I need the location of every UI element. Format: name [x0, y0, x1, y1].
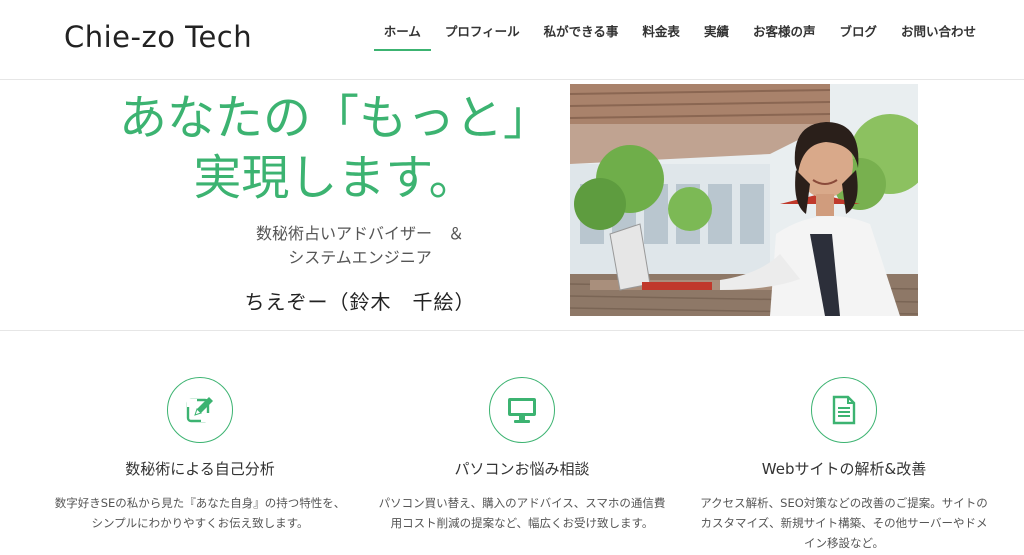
service-description: 数字好きSEの私から見た『あなた自身』の持つ特性を、 シンプルにわかりやすくお伝…: [40, 493, 360, 533]
service-title: Webサイトの解析&改善: [761, 460, 927, 478]
hero-subtitle-line2: システムエンジニア: [288, 248, 432, 267]
service-description-line: イン移設など。: [804, 536, 884, 550]
main-nav: ホーム プロフィール 私ができる事 料金表 実績 お客様の声 ブログ お問い合わ…: [372, 22, 988, 51]
service-title: パソコンお悩み相談: [454, 460, 590, 478]
service-description-line: 数字好きSEの私から見た『あなた自身』の持つ特性を、: [54, 496, 346, 510]
service-description-line: アクセス解析、SEO対策などの改善のご提案。サイトの: [700, 496, 988, 510]
service-description-line: シンプルにわかりやすくお伝え致します。: [91, 516, 309, 530]
hero-photo: [570, 84, 918, 316]
pencil-edit-icon: [186, 397, 213, 423]
hero-title-line2: 実現します。: [193, 150, 477, 206]
hero-photo-illustration: [570, 84, 918, 316]
document-icon: [832, 395, 856, 425]
service-title: 数秘術による自己分析: [125, 460, 275, 478]
hero-subtitle: 数秘術占いアドバイザー ＆ システムエンジニア: [150, 222, 570, 270]
service-description: アクセス解析、SEO対策などの改善のご提案。サイトの カスタマイズ、新規サイト構…: [684, 493, 1004, 553]
service-web-analysis: Webサイトの解析&改善 アクセス解析、SEO対策などの改善のご提案。サイトの …: [684, 377, 1004, 553]
hero-name: ちえぞー（鈴木 千絵）: [244, 290, 476, 314]
service-icon-circle: [489, 377, 555, 443]
nav-item-blog[interactable]: ブログ: [827, 22, 889, 50]
site-logo[interactable]: Chie-zo Tech: [64, 20, 252, 54]
nav-item-pricing[interactable]: 料金表: [630, 22, 692, 50]
service-icon-circle: [167, 377, 233, 443]
nav-item-profile[interactable]: プロフィール: [433, 22, 532, 50]
service-description-line: カスタマイズ、新規サイト構築、その他サーバーやドメ: [700, 516, 988, 530]
service-pc-consult: パソコンお悩み相談 パソコン買い替え、購入のアドバイス、スマホの通信費 用コスト…: [362, 377, 682, 533]
service-description-line: 用コスト削減の提案など、幅広くお受け致します。: [390, 516, 654, 530]
nav-item-works[interactable]: 実績: [692, 22, 741, 50]
hero-title-line1: あなたの「もっと」: [118, 90, 551, 146]
service-icon-circle: [811, 377, 877, 443]
nav-item-home[interactable]: ホーム: [372, 22, 433, 51]
service-numerology: 数秘術による自己分析 数字好きSEの私から見た『あなた自身』の持つ特性を、 シン…: [40, 377, 360, 533]
nav-item-services[interactable]: 私ができる事: [532, 22, 631, 50]
monitor-icon: [508, 398, 536, 423]
nav-item-contact[interactable]: お問い合わせ: [889, 22, 988, 50]
service-description-line: パソコン買い替え、購入のアドバイス、スマホの通信費: [378, 496, 666, 510]
service-description: パソコン買い替え、購入のアドバイス、スマホの通信費 用コスト削減の提案など、幅広…: [362, 493, 682, 533]
site-header: Chie-zo Tech ホーム プロフィール 私ができる事 料金表 実績 お客…: [0, 0, 1024, 80]
nav-item-testimonials[interactable]: お客様の声: [741, 22, 828, 50]
hero-section: あなたの「もっと」 実現します。 数秘術占いアドバイザー ＆ システムエンジニア…: [0, 81, 1024, 331]
hero-subtitle-line1: 数秘術占いアドバイザー ＆: [255, 224, 464, 243]
